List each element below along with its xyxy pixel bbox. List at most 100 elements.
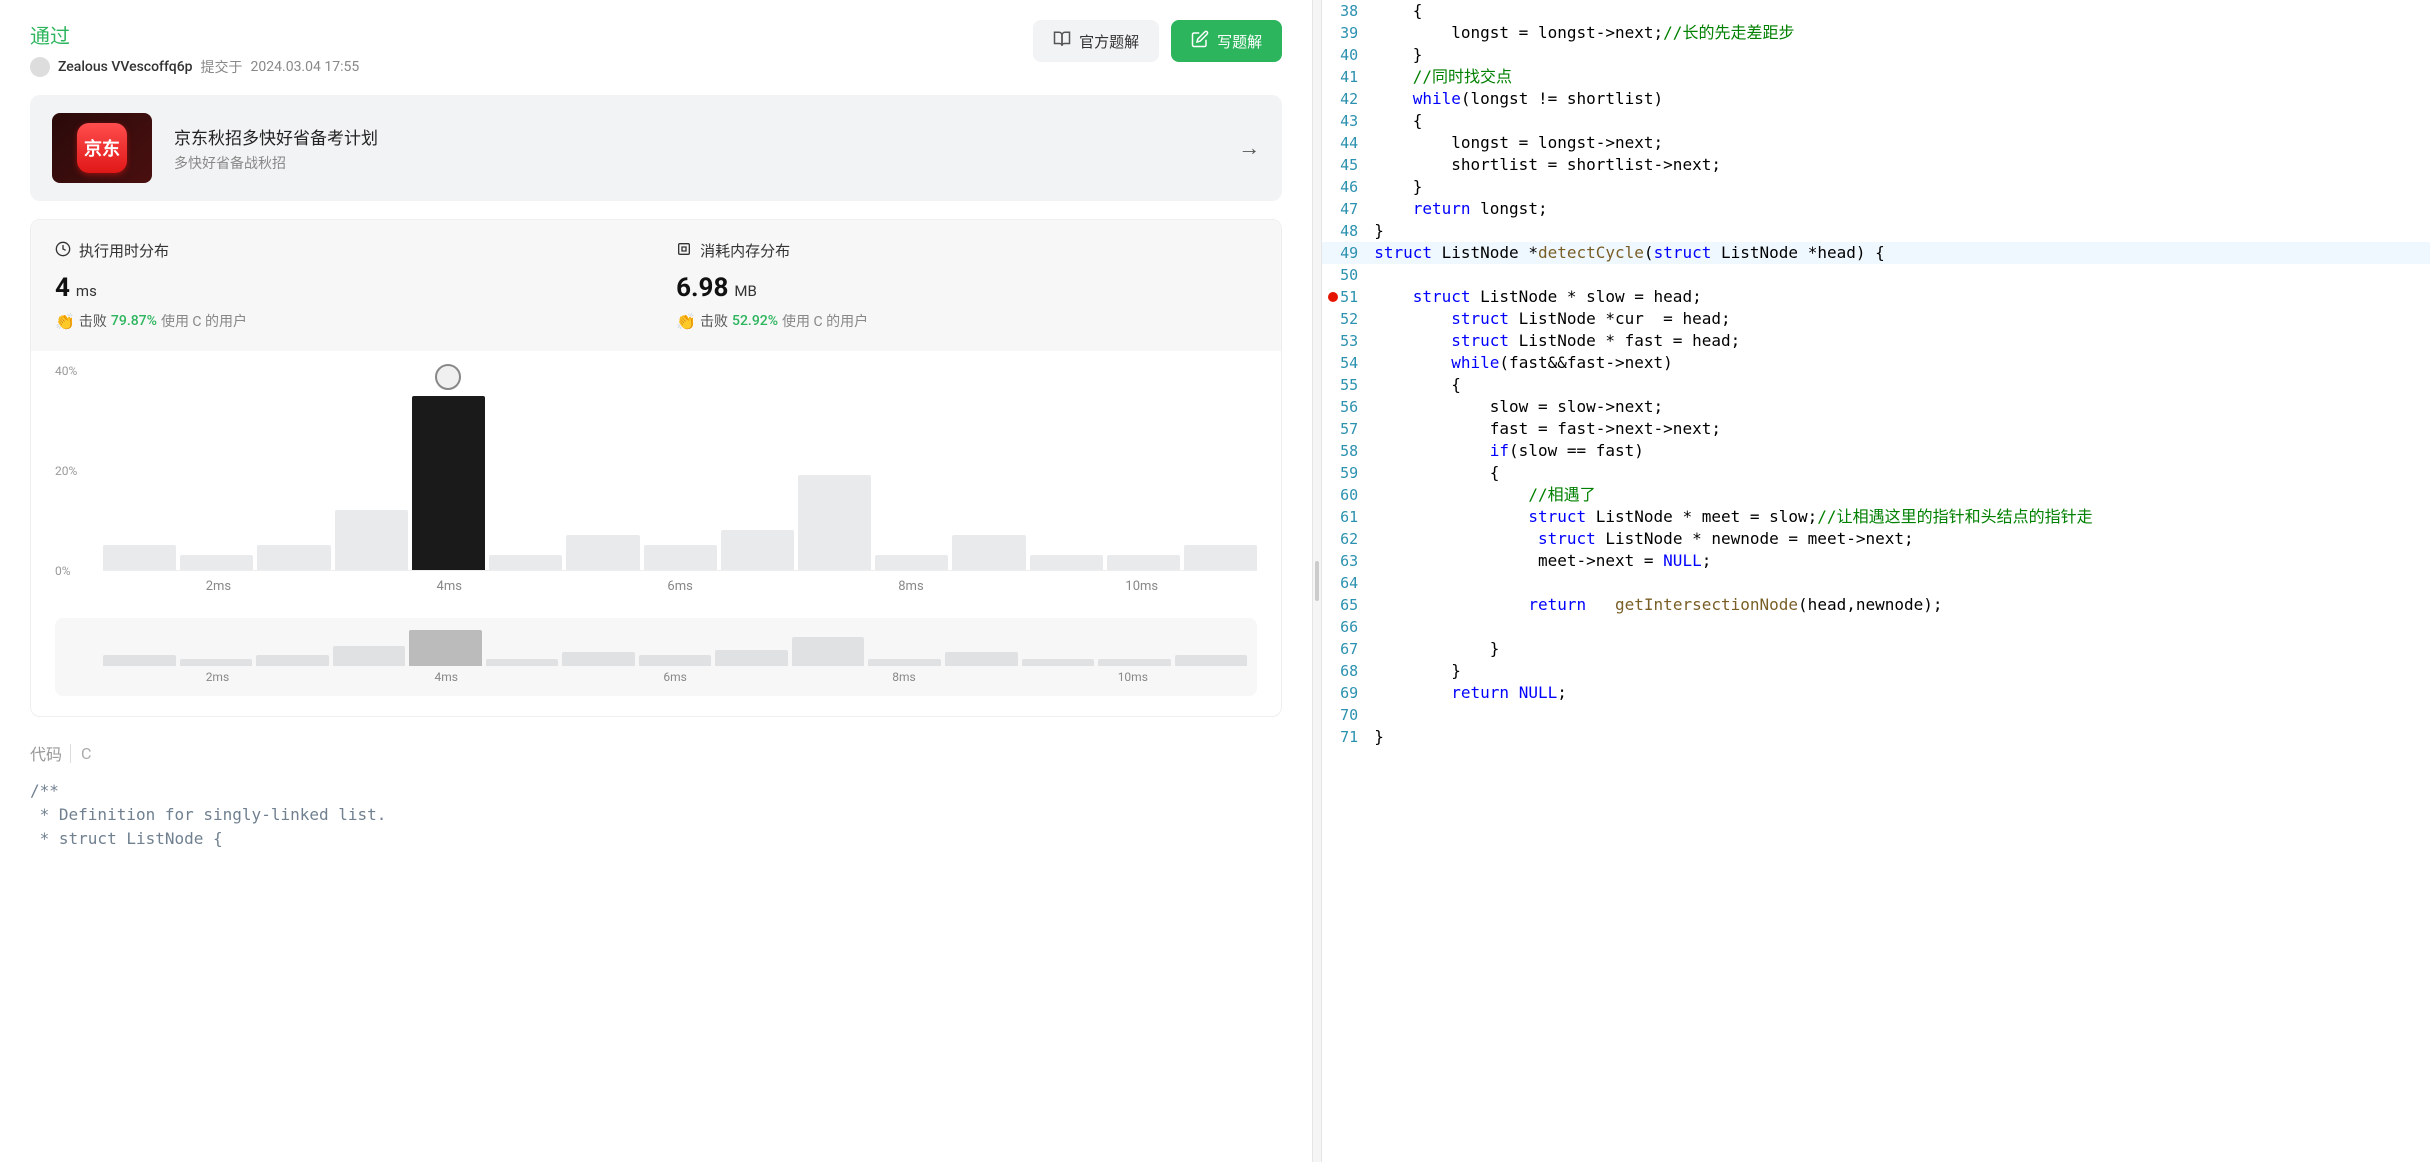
line-number[interactable]: 42	[1322, 88, 1374, 110]
line-number[interactable]: 43	[1322, 110, 1374, 132]
code-content[interactable]: return getIntersectionNode(head,newnode)…	[1374, 594, 2430, 616]
code-line[interactable]: 48}	[1322, 220, 2430, 242]
memory-block[interactable]: 消耗内存分布 6.98 MB 👏 击败 52.92% 使用 C 的用户	[676, 240, 1257, 331]
line-number[interactable]: 52	[1322, 308, 1374, 330]
line-number[interactable]: 65	[1322, 594, 1374, 616]
code-content[interactable]: shortlist = shortlist->next;	[1374, 154, 2430, 176]
line-number[interactable]: 71	[1322, 726, 1374, 748]
code-line[interactable]: 69 return NULL;	[1322, 682, 2430, 704]
code-content[interactable]	[1374, 704, 2430, 726]
code-content[interactable]: {	[1374, 374, 2430, 396]
code-line[interactable]: 68 }	[1322, 660, 2430, 682]
code-line[interactable]: 46 }	[1322, 176, 2430, 198]
mini-chart-bar[interactable]	[409, 630, 482, 666]
line-number[interactable]: 63	[1322, 550, 1374, 572]
code-line[interactable]: 42 while(longst != shortlist)	[1322, 88, 2430, 110]
line-number[interactable]: 64	[1322, 572, 1374, 594]
mini-chart-bar[interactable]	[256, 655, 329, 666]
line-number[interactable]: 41	[1322, 66, 1374, 88]
line-number[interactable]: 69	[1322, 682, 1374, 704]
code-line[interactable]: 39 longst = longst->next;//长的先走差距步	[1322, 22, 2430, 44]
code-content[interactable]: struct ListNode *detectCycle(struct List…	[1374, 242, 2430, 264]
code-content[interactable]: longst = longst->next;//长的先走差距步	[1374, 22, 2430, 44]
code-content[interactable]: {	[1374, 462, 2430, 484]
code-line[interactable]: 55 {	[1322, 374, 2430, 396]
line-number[interactable]: 59	[1322, 462, 1374, 484]
code-line[interactable]: 66	[1322, 616, 2430, 638]
chart-bar[interactable]	[257, 545, 330, 570]
chart-bar[interactable]	[335, 510, 408, 570]
line-number[interactable]: 57	[1322, 418, 1374, 440]
code-content[interactable]: slow = slow->next;	[1374, 396, 2430, 418]
code-line[interactable]: 40 }	[1322, 44, 2430, 66]
code-line[interactable]: 58 if(slow == fast)	[1322, 440, 2430, 462]
mini-chart-bar[interactable]	[715, 650, 788, 666]
chart-bar[interactable]	[721, 530, 794, 570]
code-content[interactable]: //同时找交点	[1374, 66, 2430, 88]
code-content[interactable]: while(fast&&fast->next)	[1374, 352, 2430, 374]
code-content[interactable]: }	[1374, 176, 2430, 198]
code-line[interactable]: 44 longst = longst->next;	[1322, 132, 2430, 154]
code-content[interactable]: fast = fast->next->next;	[1374, 418, 2430, 440]
code-editor[interactable]: 38 {39 longst = longst->next;//长的先走差距步40…	[1322, 0, 2430, 1162]
code-content[interactable]: meet->next = NULL;	[1374, 550, 2430, 572]
code-line[interactable]: 70	[1322, 704, 2430, 726]
code-content[interactable]: {	[1374, 0, 2430, 22]
chart-bar[interactable]	[952, 535, 1025, 570]
line-number[interactable]: 51	[1322, 286, 1374, 308]
code-line[interactable]: 59 {	[1322, 462, 2430, 484]
mini-chart-bar[interactable]	[562, 652, 635, 666]
mini-chart-bar[interactable]	[1098, 659, 1171, 666]
chart-bar[interactable]	[566, 535, 639, 570]
write-solution-button[interactable]: 写题解	[1171, 20, 1282, 62]
line-number[interactable]: 54	[1322, 352, 1374, 374]
chart-bar[interactable]	[103, 545, 176, 570]
line-number[interactable]: 53	[1322, 330, 1374, 352]
chart-bar[interactable]	[180, 555, 253, 570]
line-number[interactable]: 60	[1322, 484, 1374, 506]
line-number[interactable]: 47	[1322, 198, 1374, 220]
avatar[interactable]	[30, 57, 50, 77]
line-number[interactable]: 40	[1322, 44, 1374, 66]
code-line[interactable]: 71}	[1322, 726, 2430, 748]
line-number[interactable]: 48	[1322, 220, 1374, 242]
code-content[interactable]: longst = longst->next;	[1374, 132, 2430, 154]
code-content[interactable]: struct ListNode * meet = slow;//让相遇这里的指针…	[1374, 506, 2430, 528]
mini-chart-bar[interactable]	[945, 652, 1018, 666]
line-number[interactable]: 55	[1322, 374, 1374, 396]
code-content[interactable]: }	[1374, 660, 2430, 682]
promo-card[interactable]: 京东 京东秋招多快好省备考计划 多快好省备战秋招 →	[30, 95, 1282, 201]
code-content[interactable]: return longst;	[1374, 198, 2430, 220]
code-line[interactable]: 53 struct ListNode * fast = head;	[1322, 330, 2430, 352]
code-content[interactable]: }	[1374, 726, 2430, 748]
line-number[interactable]: 56	[1322, 396, 1374, 418]
mini-chart-bar[interactable]	[1022, 659, 1095, 666]
code-line[interactable]: 67 }	[1322, 638, 2430, 660]
line-number[interactable]: 50	[1322, 264, 1374, 286]
mini-chart-bar[interactable]	[1175, 655, 1248, 666]
line-number[interactable]: 66	[1322, 616, 1374, 638]
username[interactable]: Zealous VVescoffq6p	[58, 59, 193, 75]
code-content[interactable]	[1374, 572, 2430, 594]
code-line[interactable]: 56 slow = slow->next;	[1322, 396, 2430, 418]
chart-bar[interactable]	[875, 555, 948, 570]
line-number[interactable]: 38	[1322, 0, 1374, 22]
chart-bar[interactable]	[1107, 555, 1180, 570]
line-number[interactable]: 46	[1322, 176, 1374, 198]
code-line[interactable]: 57 fast = fast->next->next;	[1322, 418, 2430, 440]
code-line[interactable]: 49struct ListNode *detectCycle(struct Li…	[1322, 242, 2430, 264]
code-content[interactable]: while(longst != shortlist)	[1374, 88, 2430, 110]
line-number[interactable]: 67	[1322, 638, 1374, 660]
line-number[interactable]: 70	[1322, 704, 1374, 726]
code-content[interactable]: struct ListNode * fast = head;	[1374, 330, 2430, 352]
chart-bar[interactable]	[412, 396, 485, 570]
code-line[interactable]: 65 return getIntersectionNode(head,newno…	[1322, 594, 2430, 616]
code-line[interactable]: 63 meet->next = NULL;	[1322, 550, 2430, 572]
code-line[interactable]: 62 struct ListNode * newnode = meet->nex…	[1322, 528, 2430, 550]
line-number[interactable]: 39	[1322, 22, 1374, 44]
code-line[interactable]: 64	[1322, 572, 2430, 594]
chart-bar[interactable]	[489, 555, 562, 570]
mini-chart-bar[interactable]	[639, 655, 712, 666]
code-line[interactable]: 45 shortlist = shortlist->next;	[1322, 154, 2430, 176]
code-line[interactable]: 50	[1322, 264, 2430, 286]
